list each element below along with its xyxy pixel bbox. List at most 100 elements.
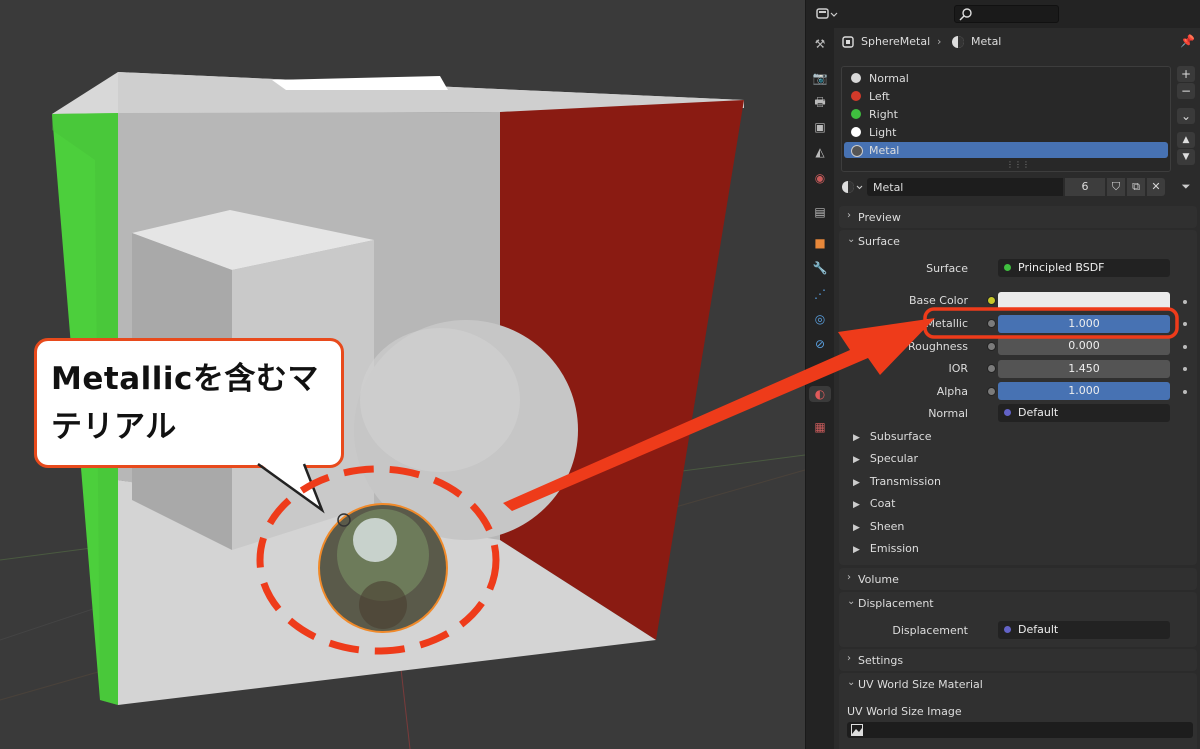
alpha-slider[interactable]: 1.000 [998, 382, 1170, 400]
object-tab-icon[interactable]: ■ [812, 235, 828, 251]
preview-header[interactable]: › Preview [839, 206, 1197, 228]
search-icon [959, 8, 972, 21]
socket-icon[interactable] [987, 387, 996, 396]
socket-icon[interactable] [987, 342, 996, 351]
slot-menu-button[interactable]: ⌄ [1177, 108, 1195, 124]
surface-shader-field[interactable]: Principled BSDF [998, 259, 1170, 277]
surface-header[interactable]: ⌄ Surface [839, 230, 1197, 252]
chevron-down-icon: ⌄ [847, 677, 856, 688]
material-icon [842, 181, 863, 193]
displacement-section: ⌄ Displacement Displacement Default [839, 592, 1197, 647]
user-count[interactable]: 6 [1065, 178, 1105, 196]
callout-line-2: テリアル [51, 409, 177, 445]
duplicate-material-icon[interactable]: ⧉ [1127, 178, 1145, 196]
modifier-tab-icon[interactable]: 🔧 [812, 260, 828, 276]
socket-icon[interactable] [987, 296, 996, 305]
volume-section[interactable]: › Volume [839, 568, 1197, 590]
list-item[interactable]: Light [844, 124, 1168, 140]
view-layer-tab-icon[interactable]: ▣ [812, 119, 828, 135]
3d-viewport[interactable]: Metallicを含むマ テリアル [0, 0, 805, 749]
material-tab-icon[interactable]: ◐ [809, 386, 831, 402]
normal-input-field[interactable]: Default [998, 404, 1170, 422]
list-item[interactable]: Left [844, 88, 1168, 104]
vector-socket-icon [1004, 626, 1011, 633]
keyframe-dot-icon[interactable] [1183, 367, 1187, 371]
physics-tab-icon[interactable]: ◎ [812, 311, 828, 327]
socket-icon[interactable] [987, 364, 996, 373]
settings-header[interactable]: › Settings [839, 649, 1197, 671]
browse-material-button[interactable] [841, 178, 865, 196]
particles-tab-icon[interactable]: ⋰ [812, 286, 828, 302]
properties-editor-icon [816, 8, 838, 19]
base-color-label: Base Color [908, 294, 968, 307]
normal-label: Normal [928, 407, 968, 420]
material-name-field[interactable]: Metal [867, 178, 1063, 196]
coat-subpanel[interactable]: ▶ Coat [853, 497, 895, 510]
image-selector-field[interactable] [847, 722, 1193, 738]
subsurface-subpanel[interactable]: ▶ Subsurface [853, 430, 932, 443]
callout-line-1: Metallicを含むマ [51, 361, 319, 397]
displacement-header[interactable]: ⌄ Displacement [839, 592, 1197, 614]
render-tab-icon[interactable]: 📷 [812, 70, 828, 86]
ior-slider[interactable]: 1.450 [998, 360, 1170, 378]
keyframe-dot-icon[interactable] [1183, 300, 1187, 304]
slot-name: Light [869, 126, 897, 139]
socket-icon[interactable] [987, 319, 996, 328]
constraints-tab-icon[interactable]: ⊘ [812, 336, 828, 352]
subpanel-label: Transmission [869, 475, 941, 488]
triangle-right-icon: ▶ [853, 523, 860, 533]
search-input[interactable] [954, 5, 1059, 23]
roughness-slider[interactable]: 0.000 [998, 337, 1170, 355]
uv-world-header[interactable]: ⌄ UV World Size Material [839, 673, 1197, 695]
list-item[interactable]: Right [844, 106, 1168, 122]
metallic-label: Metallic [925, 317, 968, 330]
remove-slot-button[interactable]: − [1177, 83, 1195, 99]
scene-tab-icon[interactable]: ◭ [812, 144, 828, 160]
transmission-subpanel[interactable]: ▶ Transmission [853, 475, 941, 488]
keyframe-dot-icon[interactable] [1183, 345, 1187, 349]
material-slot-list[interactable]: Normal Left Right Light Metal ⋮⋮⋮ [841, 66, 1171, 172]
section-title: Displacement [858, 597, 934, 610]
list-item-selected[interactable]: Metal [844, 142, 1168, 158]
move-slot-down-button[interactable]: ▼ [1177, 149, 1195, 165]
output-tab-icon[interactable]: 🖶 [812, 94, 828, 110]
unlink-material-icon[interactable]: ✕ [1147, 178, 1165, 196]
add-slot-button[interactable]: + [1177, 66, 1195, 82]
callout-text: Metallicを含むマ テリアル [51, 355, 341, 451]
tool-tab-icon[interactable]: ⚒ [812, 36, 828, 52]
displacement-input-field[interactable]: Default [998, 621, 1170, 639]
subpanel-label: Emission [869, 542, 919, 555]
texture-tab-icon[interactable]: ▦ [812, 419, 828, 435]
sheen-subpanel[interactable]: ▶ Sheen [853, 520, 904, 533]
slot-name: Normal [869, 72, 909, 85]
material-name: Metal [873, 181, 904, 194]
emission-subpanel[interactable]: ▶ Emission [853, 542, 919, 555]
base-color-swatch[interactable] [998, 292, 1170, 310]
metallic-slider[interactable]: 1.000 [998, 315, 1170, 333]
move-slot-up-button[interactable]: ▲ [1177, 132, 1195, 148]
subpanel-label: Sheen [869, 520, 905, 533]
material-ball-icon [851, 109, 861, 119]
collection-tab-icon[interactable]: ▤ [812, 204, 828, 220]
triangle-right-icon: ▶ [853, 478, 860, 488]
uv-world-image-label: UV World Size Image [847, 705, 962, 718]
specular-subpanel[interactable]: ▶ Specular [853, 452, 918, 465]
chevron-right-icon: › [847, 210, 851, 221]
chevron-right-icon: › [847, 572, 851, 583]
list-resize-handle[interactable]: ⋮⋮⋮ [1006, 160, 1030, 169]
settings-section[interactable]: › Settings [839, 649, 1197, 671]
keyframe-dot-icon[interactable] [1183, 390, 1187, 394]
volume-header[interactable]: › Volume [839, 568, 1197, 590]
world-tab-icon[interactable]: ◉ [812, 170, 828, 186]
displacement-label: Displacement [892, 624, 968, 637]
subpanel-label: Subsurface [869, 430, 932, 443]
node-filter-icon[interactable]: ⏷ [1175, 178, 1197, 196]
alpha-label: Alpha [936, 385, 968, 398]
section-title: Preview [858, 211, 901, 224]
pin-icon[interactable]: 📌 [1180, 34, 1195, 48]
editor-type-button[interactable] [816, 6, 840, 22]
preview-section[interactable]: › Preview [839, 206, 1197, 228]
list-item[interactable]: Normal [844, 70, 1168, 86]
fake-user-shield-icon[interactable]: ⛉ [1107, 178, 1125, 196]
keyframe-dot-icon[interactable] [1183, 322, 1187, 326]
